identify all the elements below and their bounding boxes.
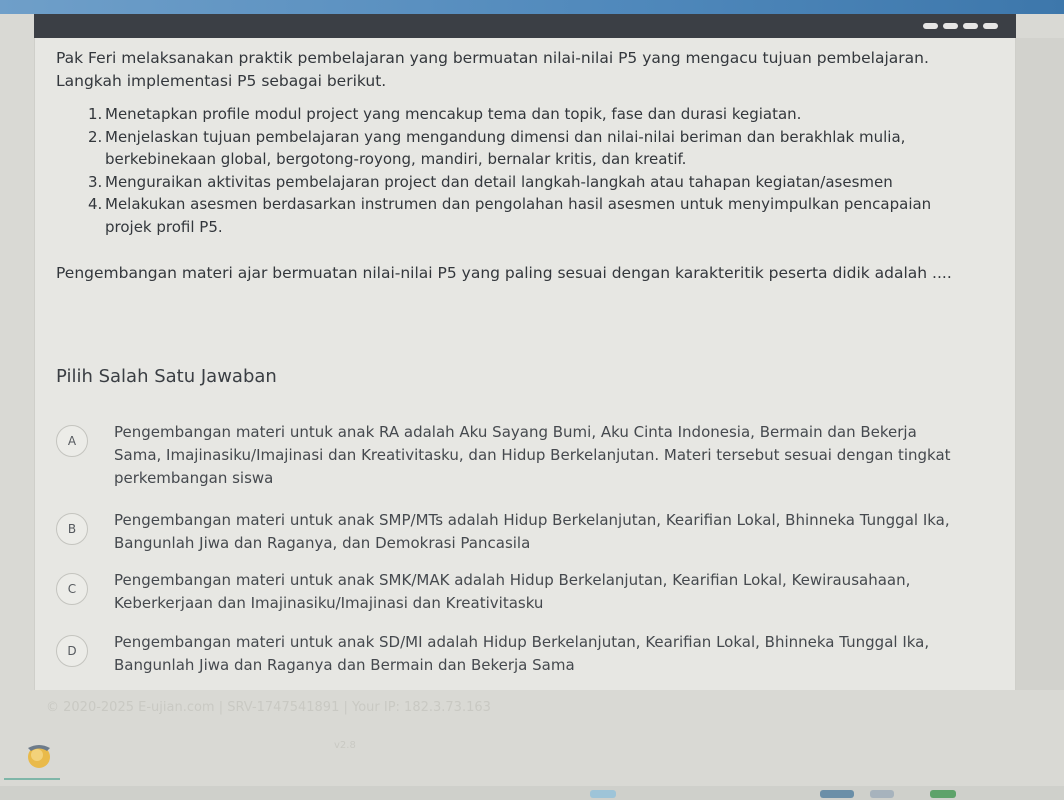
- answer-option-c[interactable]: C Pengembangan materi untuk anak SMK/MAK…: [56, 569, 976, 615]
- answer-option-b[interactable]: B Pengembangan materi untuk anak SMP/MTs…: [56, 509, 976, 555]
- radio-button-c[interactable]: C: [56, 573, 88, 605]
- taskbar-app-icon[interactable]: [590, 790, 616, 798]
- radio-button-d[interactable]: D: [56, 635, 88, 667]
- step-item: 3. Menguraikan aktivitas pembelajaran pro…: [88, 171, 968, 194]
- step-number: 1.: [88, 105, 103, 123]
- side-panel: [1016, 38, 1064, 690]
- indicator-dot: [963, 23, 978, 29]
- browser-top-bar: [0, 0, 1064, 14]
- answer-option-a[interactable]: A Pengembangan materi untuk anak RA adal…: [56, 421, 976, 490]
- step-text: Menjelaskan tujuan pembelajaran yang men…: [105, 127, 906, 169]
- indicator-dot: [943, 23, 958, 29]
- brand-logo-icon: [24, 742, 54, 770]
- step-text: Menetapkan profile modul project yang me…: [105, 105, 802, 123]
- indicator-dot: [923, 23, 938, 29]
- option-text-c[interactable]: Pengembangan materi untuk anak SMK/MAK a…: [114, 569, 964, 615]
- taskbar-app-icon[interactable]: [930, 790, 956, 798]
- step-number: 2.: [88, 127, 103, 146]
- step-text: Melakukan asesmen berdasarkan instrumen …: [105, 195, 932, 236]
- step-number: 3.: [88, 172, 103, 191]
- option-text-a[interactable]: Pengembangan materi untuk anak RA adalah…: [114, 421, 964, 490]
- step-item: 1. Menetapkan profile modul project yang …: [88, 103, 968, 126]
- option-text-b[interactable]: Pengembangan materi untuk anak SMP/MTs a…: [114, 509, 964, 555]
- step-number: 4.: [88, 195, 103, 213]
- question-intro: Pak Feri melaksanakan praktik pembelajar…: [56, 49, 929, 90]
- radio-button-a[interactable]: A: [56, 425, 88, 457]
- brand-underline: [4, 778, 60, 780]
- header-indicators: [923, 23, 998, 29]
- footer-version: v2.8: [334, 740, 356, 751]
- indicator-dot: [983, 23, 998, 29]
- footer-copyright: © 2020-2025 E-ujian.com | SRV-1747541891…: [46, 700, 491, 715]
- exam-header: [34, 14, 1016, 38]
- step-item: 2. Menjelaskan tujuan pembelajaran yang m…: [88, 126, 968, 171]
- step-item: 4. Melakukan asesmen berdasarkan instrume…: [88, 193, 968, 238]
- taskbar-app-icon[interactable]: [820, 790, 854, 798]
- option-text-d[interactable]: Pengembangan materi untuk anak SD/MI ada…: [114, 631, 964, 677]
- taskbar-app-icon[interactable]: [870, 790, 894, 798]
- steps-list: 1. Menetapkan profile modul project yang …: [88, 103, 968, 238]
- radio-button-b[interactable]: B: [56, 513, 88, 545]
- question-prompt: Pengembangan materi ajar bermuatan nilai…: [56, 264, 952, 282]
- answers-heading: Pilih Salah Satu Jawaban: [56, 366, 277, 387]
- taskbar: [0, 786, 1064, 800]
- step-text: Menguraikan aktivitas pembelajaran proje…: [105, 172, 893, 191]
- answer-option-d[interactable]: D Pengembangan materi untuk anak SD/MI a…: [56, 631, 976, 677]
